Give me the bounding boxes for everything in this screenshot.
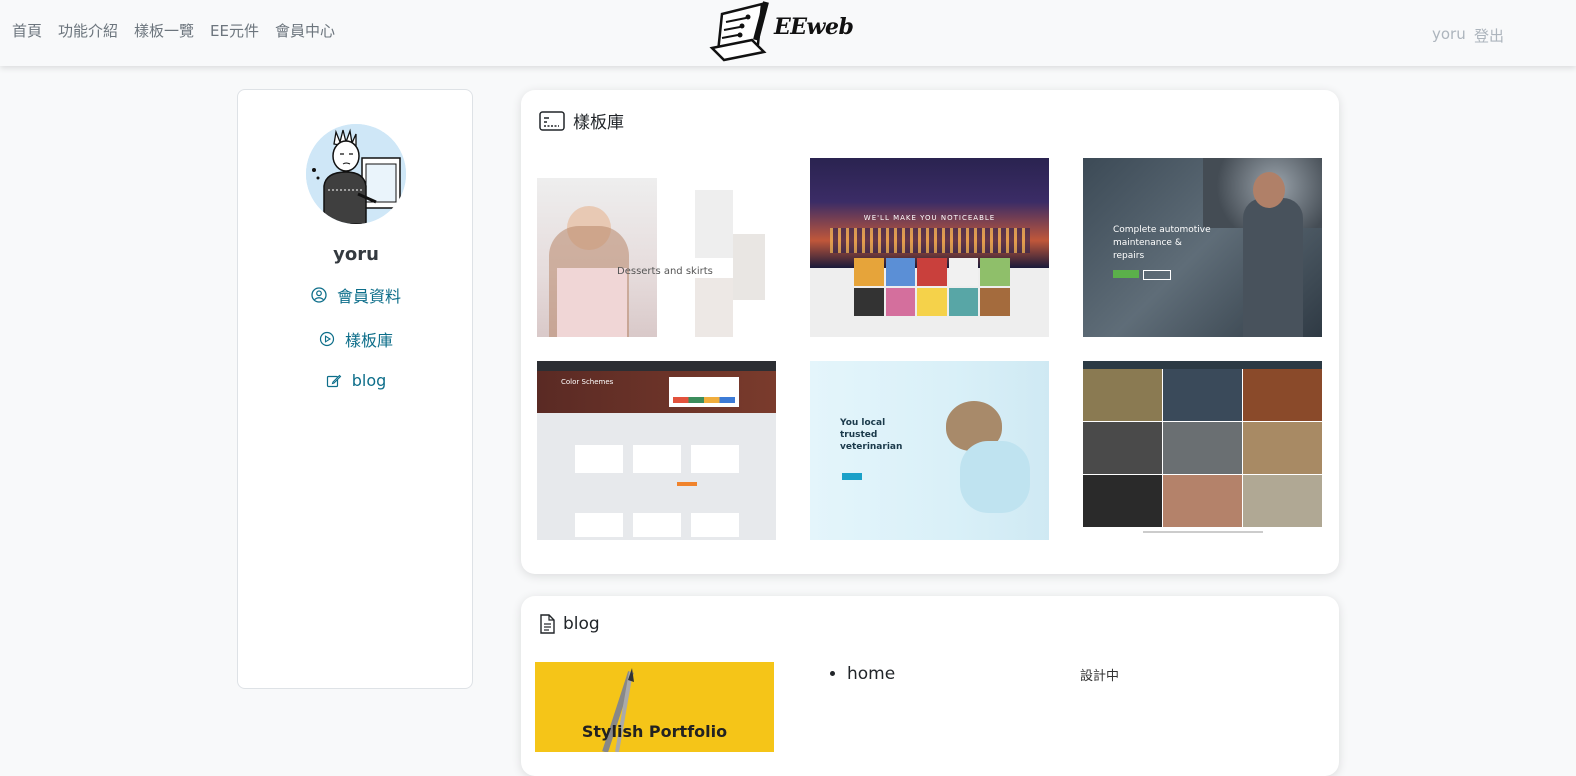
nav-links: 首頁 功能介紹 樣板一覽 EE元件 會員中心 [12, 20, 351, 42]
template-thumb-mechanic[interactable]: Complete automotive maintenance & repair… [1083, 158, 1322, 337]
blog-list: home [827, 664, 895, 684]
mechanic-person [1243, 198, 1303, 337]
user-area: yoru 登出 [1370, 16, 1570, 52]
thumb-caption: Desserts and skirts [617, 266, 713, 277]
fashion-photo-2 [695, 190, 733, 258]
sidebar-item-label: 會員資料 [336, 287, 401, 306]
nav-features[interactable]: 功能介紹 [58, 20, 118, 42]
thumb-caption: You local trusted veterinarian [840, 418, 903, 452]
fashion-photo-4 [695, 278, 733, 337]
brand-logo[interactable]: EEweb [708, 0, 858, 64]
edit-icon [326, 374, 341, 387]
avatar [306, 124, 406, 224]
profile-sidebar: yoru 會員資料 樣板庫 blog [237, 89, 473, 689]
photo-grid [1083, 369, 1322, 527]
city-gallery [854, 258, 1010, 316]
profile-username: yoru [333, 244, 379, 265]
templates-card-title: 樣板庫 [573, 113, 624, 133]
blog-thumb-caption: Stylish Portfolio [581, 722, 728, 741]
sidebar-item-blog[interactable]: blog [238, 371, 474, 390]
nav-ee-components[interactable]: EE元件 [210, 20, 259, 42]
brand-name: EEweb [774, 14, 854, 40]
nav-member-center[interactable]: 會員中心 [275, 20, 335, 42]
sidebar-item-label: blog [351, 371, 387, 390]
blog-card-title: blog [563, 614, 600, 634]
template-thumb-photogrid[interactable] [1083, 361, 1322, 540]
blog-card: blog Stylish Portfolio home 設計中 [521, 596, 1339, 776]
sidebar-item-member-profile[interactable]: 會員資料 [238, 283, 474, 307]
thumb-caption: Complete automotive maintenance & repair… [1113, 225, 1211, 261]
avatar-illustration [306, 124, 406, 224]
play-circle-icon [319, 331, 335, 347]
template-thumb-fashion[interactable]: Desserts and skirts [537, 158, 776, 337]
blog-card-header: blog [539, 614, 600, 634]
thumb-caption: Color Schemes [561, 378, 614, 386]
nav-templates[interactable]: 樣板一覽 [134, 20, 194, 42]
thumb-caption: WE'LL MAKE YOU NOTICEABLE [863, 214, 996, 222]
cat-body [960, 441, 1030, 513]
id-card-icon [539, 110, 565, 131]
city-hero [810, 158, 1049, 268]
logout-link[interactable]: 登出 [1474, 25, 1504, 46]
template-thumb-city[interactable]: WE'LL MAKE YOU NOTICEABLE [810, 158, 1049, 337]
sidebar-item-templates[interactable]: 樣板庫 [238, 327, 474, 351]
fashion-photo-main [537, 178, 657, 337]
sidebar-item-label: 樣板庫 [344, 331, 393, 350]
document-icon [540, 614, 555, 634]
user-circle-icon [311, 287, 327, 303]
templates-card: 樣板庫 Desserts and skirts WE'LL MAKE YOU N… [521, 90, 1339, 574]
blog-list-item[interactable]: home [847, 664, 895, 684]
fashion-photo-3 [733, 234, 765, 300]
template-thumb-business[interactable]: Color Schemes [537, 361, 776, 540]
current-user[interactable]: yoru [1432, 25, 1466, 43]
nav-home[interactable]: 首頁 [12, 20, 42, 42]
templates-card-header: 樣板庫 [539, 108, 624, 133]
blog-status: 設計中 [1080, 669, 1120, 684]
top-navbar: 首頁 功能介紹 樣板一覽 EE元件 會員中心 EEweb yoru 登出 [0, 0, 1576, 66]
template-thumb-vet[interactable]: You local trusted veterinarian [810, 361, 1049, 540]
blog-thumb[interactable]: Stylish Portfolio [535, 662, 774, 752]
laptop-logo-icon [709, 1, 769, 62]
